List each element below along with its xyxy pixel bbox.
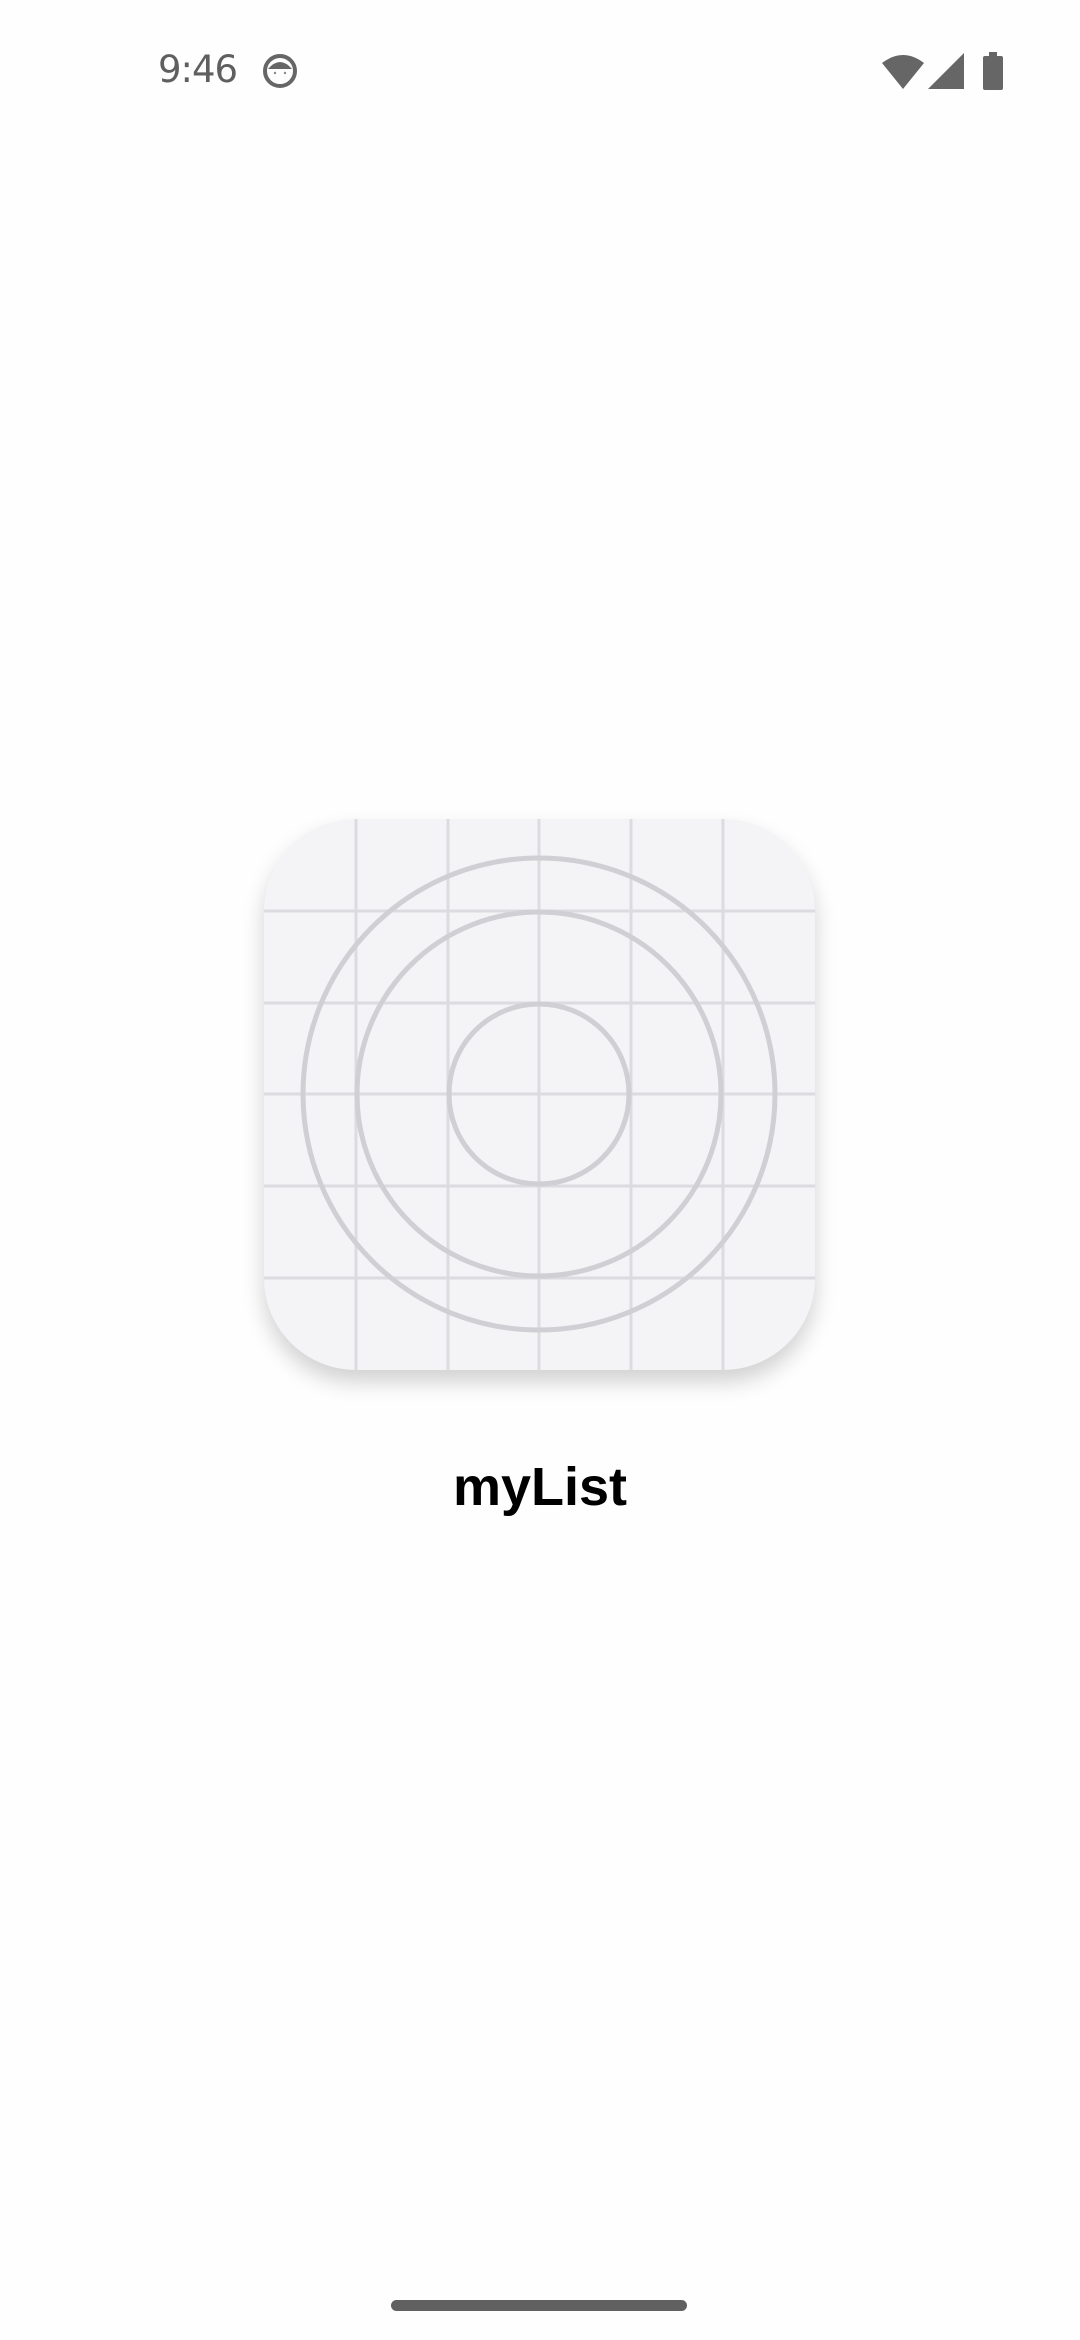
notification-app-icon: [263, 54, 297, 88]
wifi-icon: [882, 55, 924, 89]
app-name: myList: [452, 1457, 628, 1517]
status-bar: 9:46: [0, 0, 1080, 140]
app-icon: [264, 819, 815, 1370]
cellular-signal-icon: [928, 53, 964, 89]
status-time: 9:46: [158, 48, 238, 91]
app-icon-placeholder-graphic: [264, 819, 815, 1370]
home-gesture-bar[interactable]: [391, 2300, 687, 2311]
battery-icon: [983, 52, 1003, 90]
